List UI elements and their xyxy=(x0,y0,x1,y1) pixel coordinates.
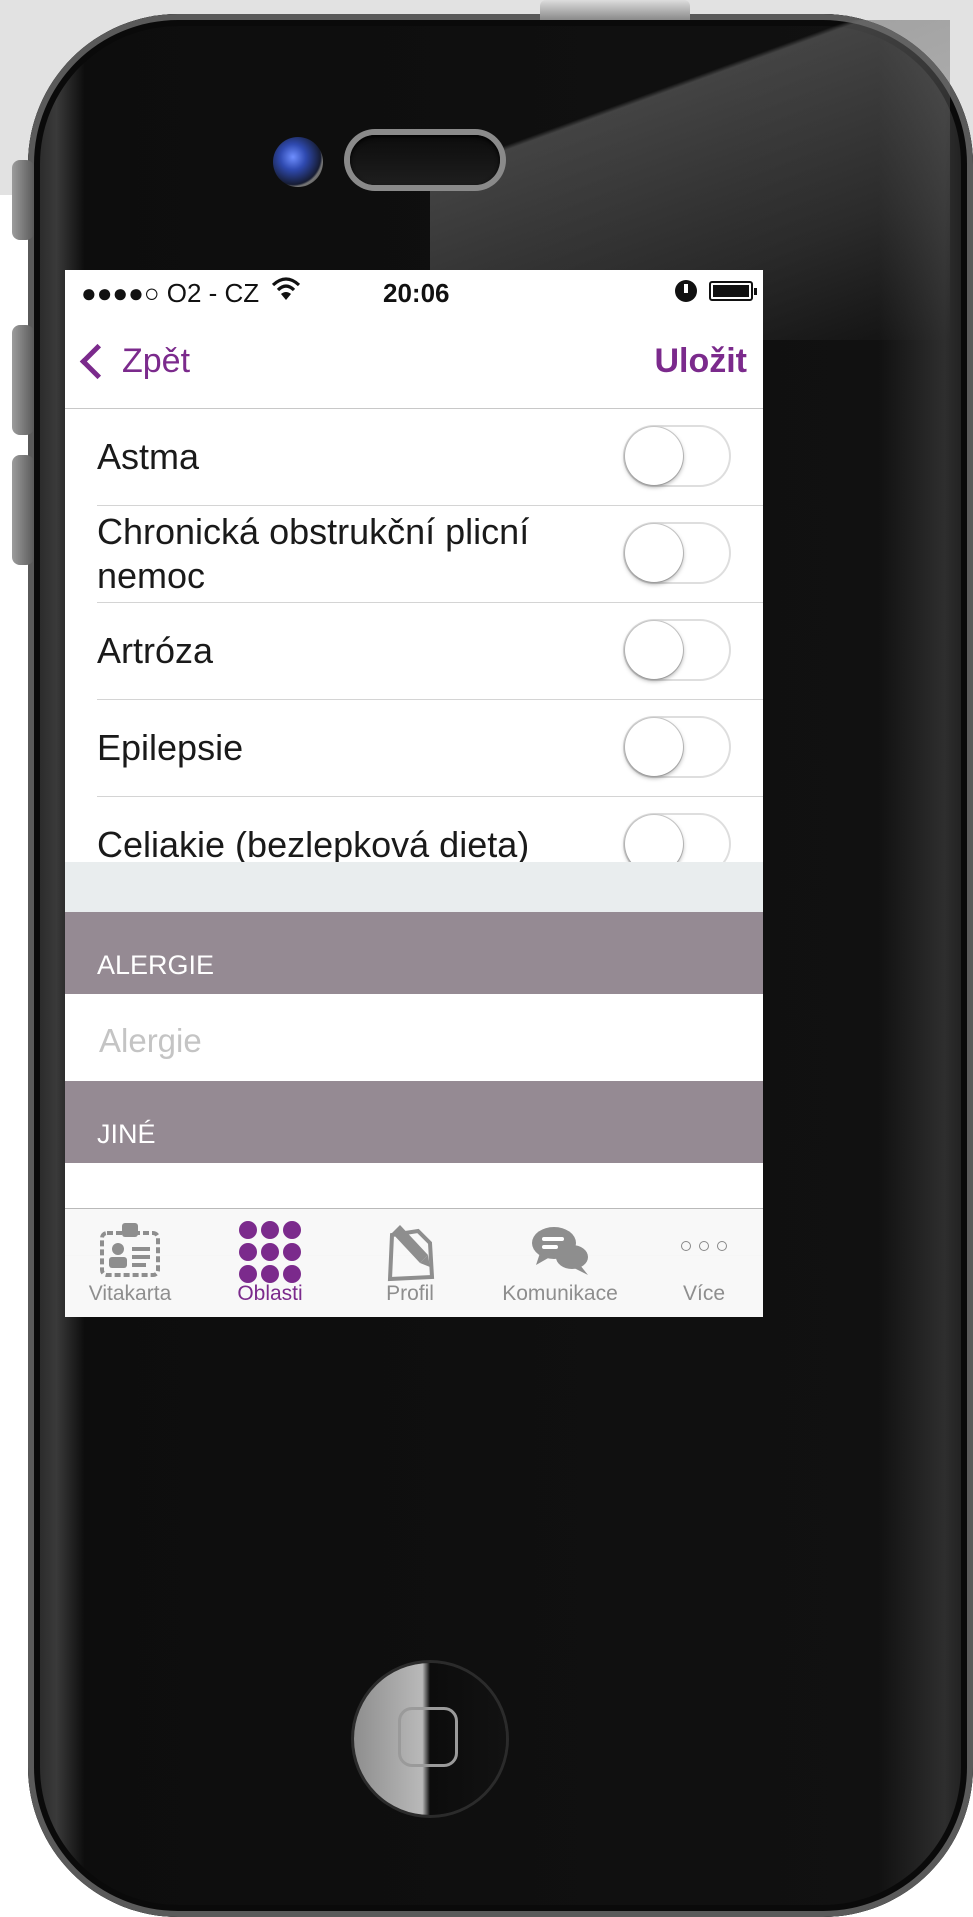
status-time: 20:06 xyxy=(383,278,450,308)
list-item: Chronická obstrukční plicní nemoc xyxy=(97,506,763,603)
home-button-square-icon xyxy=(398,1707,458,1767)
condition-toggle[interactable] xyxy=(623,522,731,584)
section-gap xyxy=(65,862,763,912)
app-screen: ●●●●○ O2 - CZ 20:06 Zpět Uložit Astma Ch… xyxy=(65,270,763,1317)
tab-label: Více xyxy=(682,1282,726,1305)
status-bar: ●●●●○ O2 - CZ 20:06 xyxy=(65,270,763,316)
allergies-section-header: ALERGIE xyxy=(65,912,763,994)
chat-bubbles-icon xyxy=(528,1221,592,1284)
condition-label: Astma xyxy=(97,436,200,477)
tab-vitakarta[interactable]: Vitakarta xyxy=(65,1209,195,1317)
condition-label: Artróza xyxy=(97,630,214,671)
condition-label: Celiakie (bezlepková dieta) xyxy=(97,824,530,865)
tab-bar: Vitakarta Oblasti Profil Komunikace Více xyxy=(65,1208,763,1317)
tab-oblasti[interactable]: Oblasti xyxy=(205,1209,335,1317)
power-button xyxy=(540,0,690,20)
volume-up-button xyxy=(12,325,34,435)
list-item: Artróza xyxy=(97,603,763,700)
toggle-knob xyxy=(625,427,683,485)
back-label: Zpět xyxy=(122,342,191,380)
list-item: Astma xyxy=(97,409,763,506)
wifi-icon xyxy=(271,276,301,309)
tab-komunikace[interactable]: Komunikace xyxy=(485,1209,635,1317)
tab-label: Komunikace xyxy=(502,1282,618,1305)
tab-vice[interactable]: Více xyxy=(645,1209,763,1317)
alarm-icon xyxy=(675,280,697,302)
condition-toggle[interactable] xyxy=(623,716,731,778)
mute-switch xyxy=(12,160,34,240)
battery-icon xyxy=(709,281,757,301)
volume-down-button xyxy=(12,455,34,565)
more-icon xyxy=(681,1221,727,1251)
allergies-header-label: ALERGIE xyxy=(97,950,215,980)
tab-label: Profil xyxy=(386,1282,434,1305)
condition-label: Epilepsie xyxy=(97,727,244,768)
condition-label: Chronická obstrukční plicní nemoc xyxy=(97,511,530,596)
other-section-header: JINÉ xyxy=(65,1081,763,1163)
earpiece-speaker xyxy=(350,135,500,185)
status-right xyxy=(675,280,757,302)
edit-document-icon xyxy=(380,1221,440,1288)
condition-toggle[interactable] xyxy=(623,619,731,681)
condition-toggle[interactable] xyxy=(623,425,731,487)
tab-label: Vitakarta xyxy=(88,1282,172,1305)
back-button[interactable]: Zpět xyxy=(79,342,190,381)
id-card-icon xyxy=(98,1221,162,1284)
chevron-left-icon xyxy=(79,343,116,380)
allergies-input[interactable] xyxy=(97,1018,721,1064)
conditions-list: Astma Chronická obstrukční plicní nemoc … xyxy=(65,409,763,893)
tab-profil[interactable]: Profil xyxy=(345,1209,475,1317)
toggle-knob xyxy=(625,718,683,776)
grid-dots-icon xyxy=(239,1221,301,1283)
toggle-knob xyxy=(625,524,683,582)
toggle-knob xyxy=(625,621,683,679)
allergies-input-row xyxy=(65,994,763,1087)
carrier-label: ●●●●○ O2 - CZ xyxy=(81,278,260,308)
save-button[interactable]: Uložit xyxy=(654,342,747,381)
front-camera xyxy=(273,137,323,187)
tab-label: Oblasti xyxy=(237,1282,303,1305)
list-item: Epilepsie xyxy=(97,700,763,797)
navigation-bar: Zpět Uložit xyxy=(65,316,763,409)
other-header-label: JINÉ xyxy=(97,1119,156,1149)
